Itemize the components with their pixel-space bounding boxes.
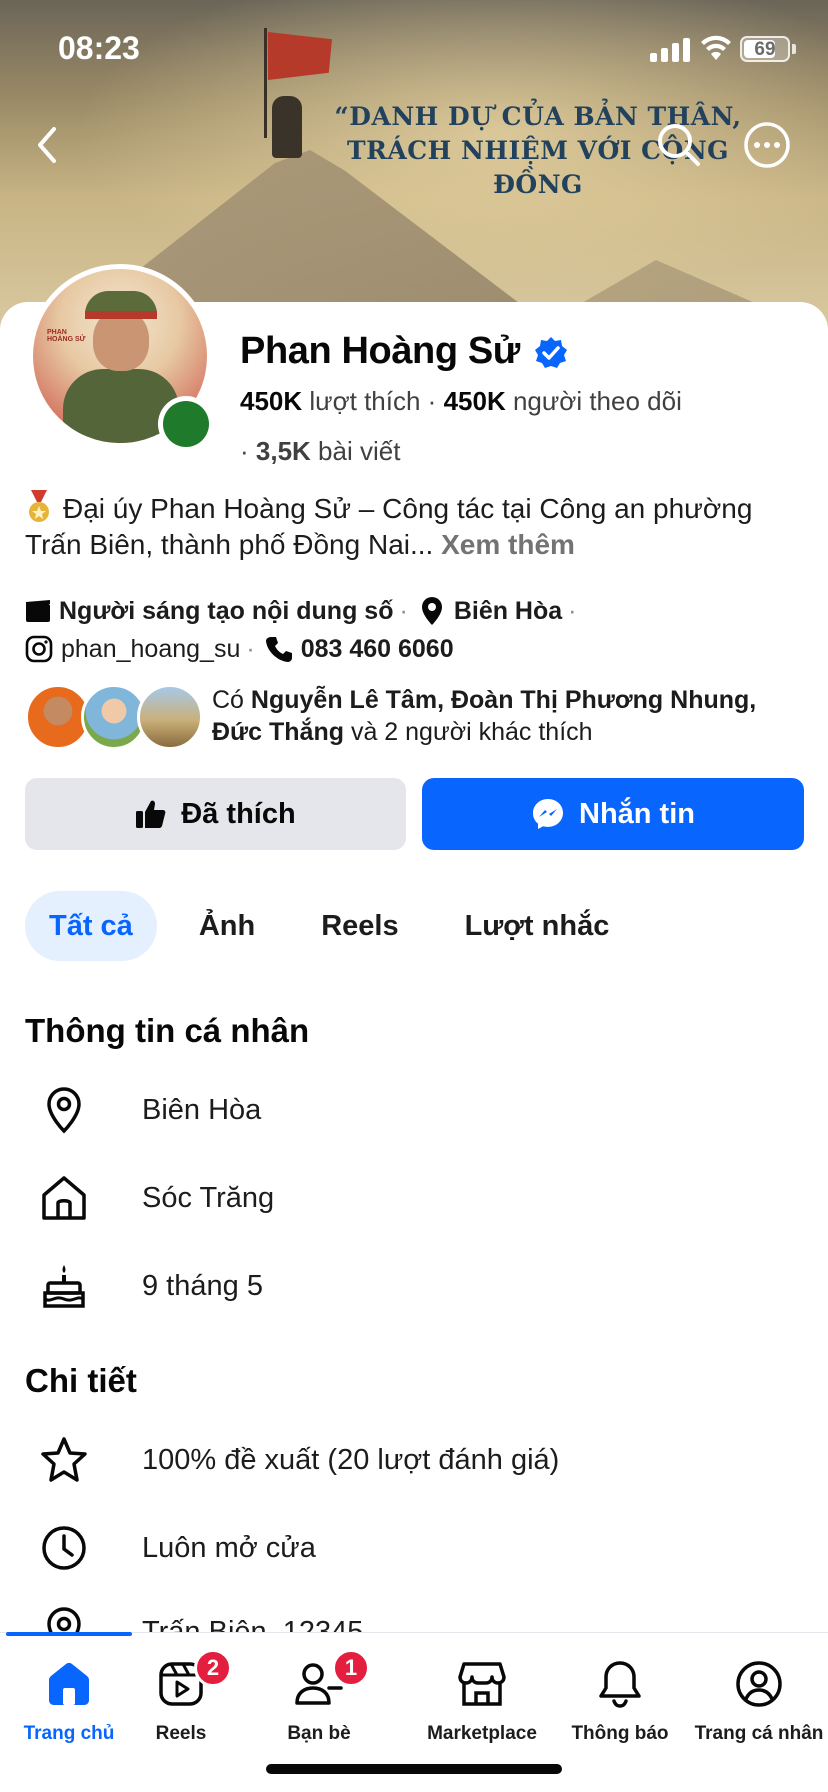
- followers-label[interactable]: người theo dõi: [513, 386, 682, 416]
- see-more-link[interactable]: Xem thêm: [441, 529, 575, 560]
- friend-avatar: [137, 684, 203, 750]
- battery-nub: [792, 44, 796, 54]
- nav-friends-label: Bạn bè: [287, 1723, 351, 1744]
- birthday-text: 9 tháng 5: [142, 1269, 263, 1302]
- posts-count: 3,5K: [255, 436, 311, 466]
- info-item-birthday[interactable]: 9 tháng 5: [36, 1256, 263, 1316]
- active-tab-indicator: [6, 1632, 132, 1636]
- profile-bio: Đại úy Phan Hoàng Sử – Công tác tại Công…: [25, 490, 805, 563]
- liked-label: Đã thích: [181, 797, 296, 830]
- birthday-cake-icon: [36, 1258, 92, 1314]
- soldier-silhouette: [272, 96, 302, 158]
- profile-icon: [736, 1661, 782, 1707]
- more-dots-icon: [744, 122, 790, 168]
- location-pin-icon: [421, 597, 442, 625]
- profile-tabs: Tất cả Ảnh Reels Lượt nhắc: [25, 890, 651, 962]
- detail-item-hours[interactable]: Luôn mở cửa: [36, 1518, 316, 1578]
- message-button[interactable]: Nhắn tin: [422, 778, 804, 850]
- marketplace-icon: [458, 1662, 506, 1706]
- instagram-icon: [25, 635, 53, 663]
- profile-posts-stat: · 3,5K bài viết: [240, 436, 401, 466]
- avatar-text: PHAN HOÀNG SỬ: [47, 329, 86, 343]
- info-item-current-city[interactable]: Biên Hòa: [36, 1080, 261, 1140]
- thumbs-up-icon: [136, 800, 166, 828]
- nav-reels[interactable]: 2 Reels: [112, 1649, 250, 1745]
- posts-label: bài viết: [318, 436, 401, 466]
- nav-notifications[interactable]: Thông báo: [551, 1655, 689, 1745]
- message-label: Nhắn tin: [579, 797, 695, 830]
- phone-icon: [265, 637, 292, 662]
- info-row-contact: phan_hoang_su · 083 460 6060: [25, 632, 454, 666]
- tab-mentions[interactable]: Lượt nhắc: [441, 891, 634, 961]
- info-item-hometown[interactable]: Sóc Trăng: [36, 1168, 274, 1228]
- verified-badge-icon: [535, 337, 567, 368]
- liked-button[interactable]: Đã thích: [25, 778, 406, 850]
- status-time: 08:23: [58, 30, 140, 66]
- more-options-button[interactable]: [740, 118, 794, 172]
- profile-stats: 450K lượt thích · 450K người theo dõi: [240, 386, 682, 416]
- hours-text: Luôn mở cửa: [142, 1531, 316, 1564]
- wifi-icon: [701, 35, 731, 60]
- bio-text: Đại úy Phan Hoàng Sử – Công tác tại Công…: [25, 493, 753, 560]
- tab-all[interactable]: Tất cả: [25, 891, 157, 961]
- nav-friends[interactable]: 1 Bạn bè: [250, 1649, 388, 1745]
- search-button[interactable]: [652, 118, 706, 172]
- tab-reels[interactable]: Reels: [297, 891, 422, 961]
- profile-name: Phan Hoàng Sử: [240, 330, 520, 372]
- chevron-left-icon: [38, 127, 56, 163]
- likes-label: lượt thích: [309, 386, 421, 416]
- mutual-friends-avatars[interactable]: [25, 684, 203, 752]
- home-icon: [49, 1662, 89, 1705]
- personal-info-title: Thông tin cá nhân: [25, 1012, 310, 1049]
- details-title: Chi tiết: [25, 1362, 137, 1399]
- bell-icon: [599, 1661, 641, 1708]
- search-icon: [658, 124, 700, 166]
- phone-number[interactable]: 083 460 6060: [301, 632, 454, 666]
- reels-badge: 2: [194, 1649, 232, 1687]
- detail-item-rating[interactable]: 100% đề xuất (20 lượt đánh giá): [36, 1430, 559, 1490]
- nav-reels-label: Reels: [155, 1723, 207, 1744]
- nav-marketplace-label: Marketplace: [427, 1723, 537, 1744]
- nav-profile[interactable]: Trang cá nhân: [690, 1655, 828, 1745]
- status-bar: 08:23 69: [0, 0, 828, 100]
- instagram-handle[interactable]: phan_hoang_su: [61, 632, 240, 666]
- mutual-friends-text[interactable]: Có Nguyễn Lê Tâm, Đoàn Thị Phương Nhung,…: [212, 684, 812, 748]
- mutual-prefix: Có: [212, 686, 244, 714]
- clapperboard-icon: [26, 600, 50, 622]
- likes-count: 450K: [240, 386, 303, 416]
- mutual-suffix: và 2 người khác thích: [350, 718, 593, 746]
- friends-badge: 1: [332, 1649, 370, 1687]
- battery-icon: 69: [740, 36, 790, 62]
- nav-notifications-label: Thông báo: [571, 1723, 669, 1744]
- home-indicator[interactable]: [266, 1764, 562, 1774]
- followers-count[interactable]: 450K: [444, 386, 506, 416]
- nav-marketplace[interactable]: Marketplace: [413, 1655, 551, 1745]
- home-icon: [36, 1170, 92, 1226]
- messenger-icon: [533, 799, 563, 829]
- nav-profile-label: Trang cá nhân: [694, 1723, 824, 1744]
- hometown-text: Sóc Trăng: [142, 1181, 275, 1214]
- tab-photos[interactable]: Ảnh: [175, 891, 279, 961]
- category-text: Người sáng tạo nội dung số: [59, 597, 394, 625]
- online-status-dot: [158, 396, 214, 452]
- back-button[interactable]: [20, 118, 74, 172]
- location-text[interactable]: Biên Hòa: [454, 594, 562, 628]
- battery-percent: 69: [754, 39, 776, 60]
- clock-icon: [36, 1520, 92, 1576]
- info-row-category-location: Người sáng tạo nội dung số · Biên Hòa ·: [25, 594, 583, 628]
- medal-icon: [25, 490, 53, 524]
- cellular-signal-icon: [650, 38, 692, 62]
- star-icon: [36, 1432, 92, 1488]
- current-city-text: Biên Hòa: [142, 1093, 262, 1126]
- rating-text: 100% đề xuất (20 lượt đánh giá): [142, 1443, 560, 1476]
- location-pin-icon: [36, 1082, 92, 1138]
